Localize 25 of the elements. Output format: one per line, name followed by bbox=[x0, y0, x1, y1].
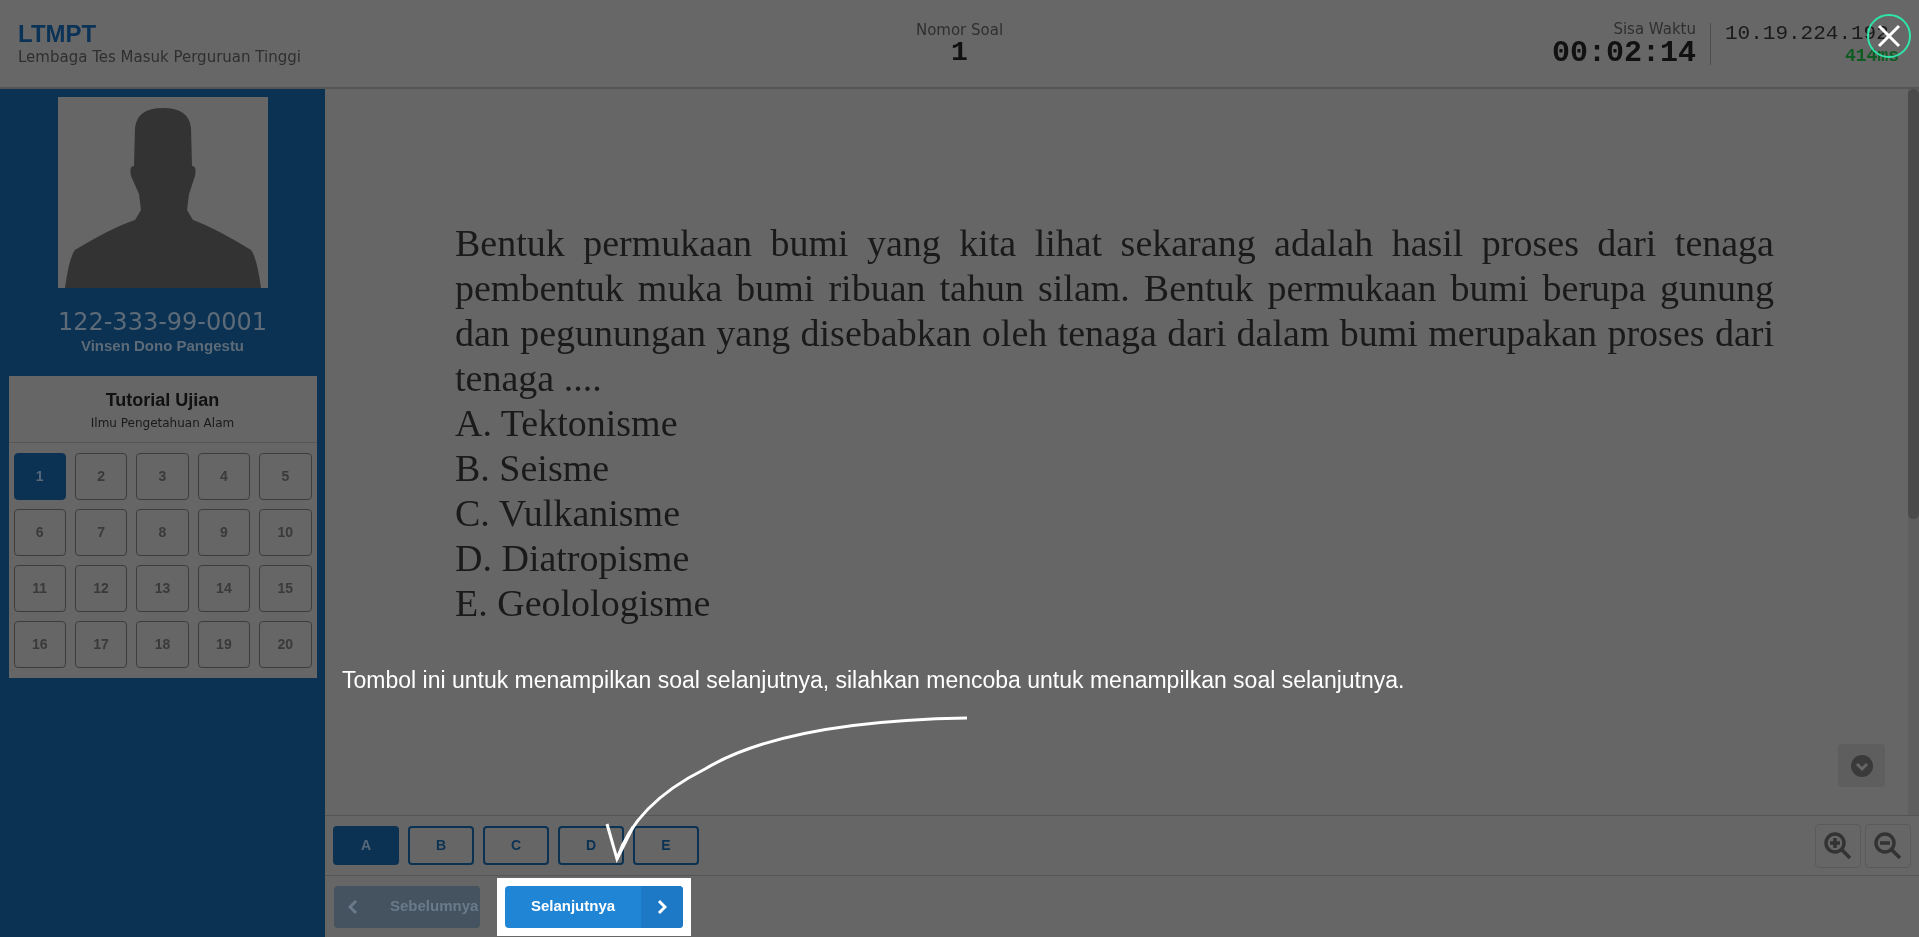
answer-choice-text: A. Tektonisme bbox=[455, 401, 678, 446]
tutorial-hint: Tombol ini untuk menampilkan soal selanjutnya, silahkan mencoba untuk menampilkan soal selanjutnya. bbox=[342, 666, 1405, 694]
answer-choice-text: B. Seisme bbox=[455, 446, 610, 491]
panel-title: Tutorial Ujian bbox=[105, 389, 220, 412]
question-number: 1 bbox=[951, 38, 968, 67]
answer-option-button[interactable]: D bbox=[558, 826, 624, 865]
panel-subtitle: Ilmu Pengetahuan Alam bbox=[90, 415, 235, 432]
answer-option-button[interactable]: A bbox=[333, 826, 399, 865]
question-number-label: Nomor Soal bbox=[915, 20, 1004, 39]
answer-option-button[interactable]: B bbox=[408, 826, 474, 865]
answer-option-button[interactable]: E bbox=[633, 826, 699, 865]
time-left-label: Sisa Waktu bbox=[1613, 19, 1696, 38]
question-text: Bentuk permukaan bumi yang kita lihat sekarang adalah hasil proses dari tenaga pembentuk muka bumi ribuan tahun silam. Bentuk permukaan bumi berupa gunung dan pegunungan yang disebabkan oleh tenaga dari dalam bumi merupakan proses dari tenaga .... bbox=[455, 221, 1774, 401]
participant-name: Vinsen Dono Pangestu bbox=[80, 336, 245, 356]
organization-name: Lembaga Tes Masuk Perguruan Tinggi bbox=[18, 46, 301, 67]
answer-option-button[interactable]: C bbox=[483, 826, 549, 865]
latency-reading: 414ms bbox=[1845, 45, 1899, 66]
answer-choice-text: C. Vulkanisme bbox=[455, 491, 680, 536]
participant-id: 122-333-99-0001 bbox=[57, 308, 268, 336]
question-number-button[interactable]: 1 bbox=[13, 453, 66, 500]
countdown-timer: 00:02:14 bbox=[1551, 37, 1696, 68]
answer-choice-text: E. Geolologisme bbox=[455, 581, 711, 626]
next-button[interactable]: Selanjutnya bbox=[505, 885, 683, 928]
answer-choice-text: D. Diatropisme bbox=[455, 536, 690, 581]
logo-text: LTMPT bbox=[18, 20, 97, 47]
